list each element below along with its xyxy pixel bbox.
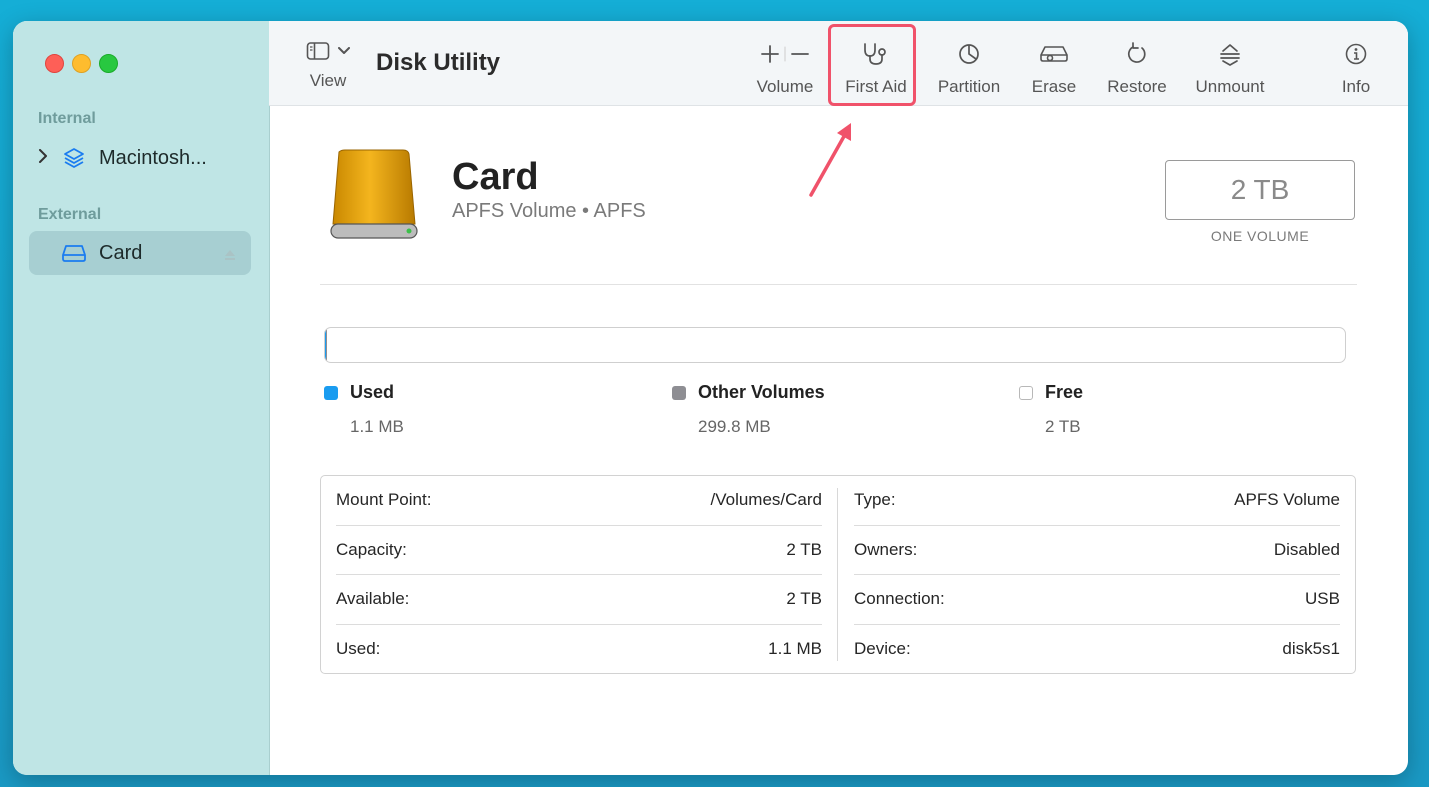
free-swatch xyxy=(1019,385,1033,400)
info-row: Available: 2 TB xyxy=(336,575,822,625)
unmount-label: Unmount xyxy=(1195,77,1265,96)
layers-icon xyxy=(57,146,91,170)
other-volumes-swatch xyxy=(672,385,686,400)
volume-name: Card xyxy=(452,156,539,198)
volume-subtitle: APFS Volume • APFS xyxy=(452,200,646,222)
info-key: Type: xyxy=(854,490,896,510)
info-value: /Volumes/Card xyxy=(710,490,823,510)
sidebar-item-card[interactable]: Card xyxy=(29,231,251,275)
info-value: 1.1 MB xyxy=(768,639,822,659)
pie-chart-icon xyxy=(932,39,1006,69)
erase-button[interactable]: Erase xyxy=(1026,39,1082,97)
info-row: Owners: Disabled xyxy=(854,526,1340,575)
window-controls xyxy=(45,54,118,73)
info-key: Connection: xyxy=(854,589,945,609)
minimize-window-button[interactable] xyxy=(72,54,91,73)
info-value: 2 TB xyxy=(786,589,822,609)
info-key: Owners: xyxy=(854,539,918,559)
info-key: Available: xyxy=(336,589,410,609)
info-value: 2 TB xyxy=(786,539,822,559)
info-label: Info xyxy=(1341,77,1371,96)
sidebar-section-external: External xyxy=(38,206,102,223)
info-row: Capacity: 2 TB xyxy=(336,526,822,575)
info-value: USB xyxy=(1305,589,1340,609)
erase-drive-icon xyxy=(1026,39,1082,69)
partition-button[interactable]: Partition xyxy=(932,39,1006,97)
capacity-box: 2 TB xyxy=(1165,160,1355,220)
legend-value: 2 TB xyxy=(1045,417,1081,436)
usage-bar xyxy=(324,327,1346,363)
unmount-button[interactable]: Unmount xyxy=(1191,39,1269,97)
eject-icon[interactable] xyxy=(223,245,237,268)
info-column-left: Mount Point:/Volumes/Card Capacity: 2 TB … xyxy=(336,476,822,673)
disk-utility-window: Internal Macintosh... External Card View… xyxy=(13,21,1408,775)
info-column-right: Type: APFS Volume Owners: Disabled Connect… xyxy=(854,476,1340,673)
capacity-label: ONE VOLUME xyxy=(1210,228,1310,244)
main-content: Card APFS Volume • APFS 2 TB ONE VOLUME … xyxy=(269,106,1408,775)
window-title: Disk Utility xyxy=(376,49,501,76)
legend-free: Free 2 TB xyxy=(1019,382,1083,437)
legend-other-volumes: Other Volumes 299.8 MB xyxy=(672,382,825,437)
info-table: Mount Point:/Volumes/Card Capacity: 2 TB … xyxy=(320,475,1356,674)
info-row: Mount Point: /Volumes/Card xyxy=(336,476,822,526)
view-button[interactable]: View xyxy=(303,41,353,91)
divider xyxy=(320,284,1357,285)
info-value: Disabled xyxy=(1273,539,1340,559)
external-drive-icon xyxy=(57,243,91,263)
legend-value: 299.8 MB xyxy=(698,417,771,436)
sidebar-section-internal: Internal xyxy=(38,110,96,127)
restore-button[interactable]: Restore xyxy=(1103,39,1171,97)
zoom-window-button[interactable] xyxy=(99,54,118,73)
sidebar-item-macintosh[interactable]: Macintosh... xyxy=(29,136,251,180)
legend-label: Used xyxy=(350,382,395,402)
used-swatch xyxy=(324,385,338,400)
info-value: APFS Volume xyxy=(1234,490,1340,510)
sidebar-toggle-icon xyxy=(306,42,330,60)
info-value: disk5s1 xyxy=(1282,639,1340,659)
close-window-button[interactable] xyxy=(45,54,64,73)
sidebar-item-label: Card xyxy=(99,241,143,264)
first-aid-highlight-box xyxy=(828,24,916,106)
restore-arrow-icon xyxy=(1103,39,1171,69)
legend-used: Used 1.1 MB xyxy=(324,382,404,437)
sidebar: Internal Macintosh... External Card xyxy=(13,21,270,775)
column-separator xyxy=(837,488,838,661)
legend-value: 1.1 MB xyxy=(350,417,404,436)
partition-label: Partition xyxy=(937,77,1001,96)
info-key: Device: xyxy=(854,639,911,659)
legend-label: Free xyxy=(1045,382,1084,402)
volume-button[interactable]: Volume xyxy=(753,39,817,97)
unmount-icon xyxy=(1191,39,1269,69)
plus-minus-icon xyxy=(753,39,817,69)
erase-label: Erase xyxy=(1031,77,1077,96)
volume-label: Volume xyxy=(756,77,814,96)
sidebar-item-label: Macintosh... xyxy=(99,146,207,169)
info-key: Used: xyxy=(336,639,381,659)
info-row: Connection: USB xyxy=(854,575,1340,625)
view-label: View xyxy=(309,71,347,90)
legend-label: Other Volumes xyxy=(698,382,825,402)
restore-label: Restore xyxy=(1107,77,1167,96)
info-row: Type: APFS Volume xyxy=(854,476,1340,526)
info-button[interactable]: Info xyxy=(1337,39,1375,97)
external-drive-icon xyxy=(325,148,421,249)
info-row: Used: 1.1 MB xyxy=(336,625,822,675)
usage-bar-other xyxy=(326,328,327,362)
info-row: Device: disk5s1 xyxy=(854,625,1340,675)
info-icon xyxy=(1337,39,1375,69)
info-key: Capacity: xyxy=(336,539,407,559)
info-key: Mount Point: xyxy=(336,490,432,510)
chevron-right-icon[interactable] xyxy=(29,148,57,168)
chevron-down-icon xyxy=(338,47,350,54)
